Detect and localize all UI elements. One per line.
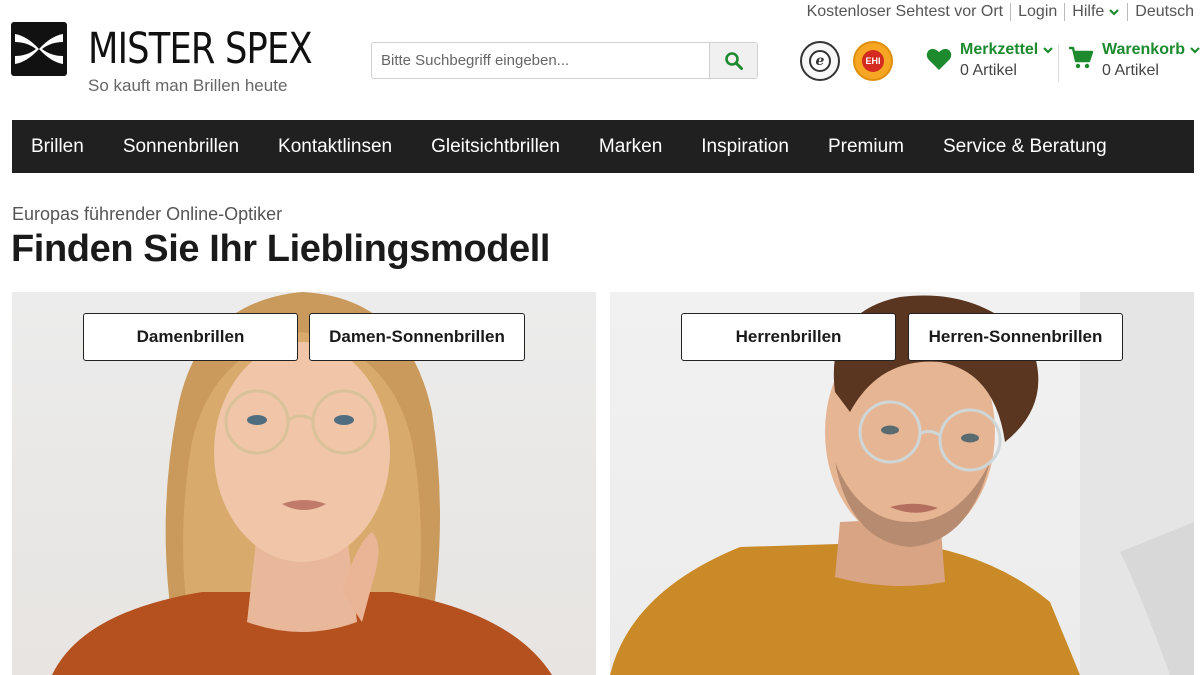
divider — [1064, 3, 1066, 21]
cart-icon — [1069, 46, 1094, 69]
wishlist-link[interactable]: Merkzettel 0 Artikel — [926, 41, 1054, 80]
search-input[interactable] — [372, 43, 709, 78]
nav-item-inspiration[interactable]: Inspiration — [701, 136, 789, 158]
page-title: Finden Sie Ihr Lieblingsmodell — [11, 228, 551, 270]
hero-subtitle: Europas führender Online-Optiker — [12, 204, 283, 224]
trusted-shops-seal-icon[interactable]: e — [800, 41, 840, 81]
logo-glasses-icon — [11, 22, 67, 76]
help-label: Hilfe — [1072, 3, 1105, 20]
wishlist-count: 0 Artikel — [960, 62, 1017, 79]
brand-name: MISTER SPEX — [88, 24, 313, 74]
language-switch[interactable]: Deutsch — [1135, 3, 1194, 21]
nav-item-gleitsichtbrillen[interactable]: Gleitsichtbrillen — [431, 136, 560, 158]
search-box — [371, 42, 758, 79]
cart-link[interactable]: Warenkorb 0 Artikel — [1068, 41, 1200, 80]
damenbrillen-button[interactable]: Damenbrillen — [83, 313, 298, 361]
sehtest-link[interactable]: Kostenloser Sehtest vor Ort — [807, 3, 1004, 21]
search-icon — [724, 51, 743, 70]
divider — [1058, 44, 1059, 82]
utility-bar: Kostenloser Sehtest vor Ort Login Hilfe … — [807, 3, 1194, 21]
damen-sonnenbrillen-button[interactable]: Damen-Sonnenbrillen — [309, 313, 525, 361]
main-nav: Brillen Sonnenbrillen Kontaktlinsen Glei… — [12, 120, 1194, 173]
login-link[interactable]: Login — [1018, 3, 1057, 21]
brand-logo[interactable]: MISTER SPEX So kauft man Brillen heute — [11, 22, 313, 95]
nav-item-kontaktlinsen[interactable]: Kontaktlinsen — [278, 136, 392, 158]
chevron-down-icon — [1109, 9, 1120, 16]
nav-item-premium[interactable]: Premium — [828, 136, 904, 158]
help-menu[interactable]: Hilfe — [1072, 3, 1120, 21]
nav-item-marken[interactable]: Marken — [599, 136, 662, 158]
divider — [1127, 3, 1129, 21]
nav-item-sonnenbrillen[interactable]: Sonnenbrillen — [123, 136, 239, 158]
search-button[interactable] — [709, 43, 757, 78]
heart-icon — [926, 48, 952, 70]
chevron-down-icon — [1190, 47, 1200, 54]
brand-tagline: So kauft man Brillen heute — [88, 76, 288, 95]
nav-item-service[interactable]: Service & Beratung — [943, 136, 1107, 158]
wishlist-label: Merkzettel — [960, 41, 1039, 58]
cart-count: 0 Artikel — [1102, 62, 1159, 79]
cart-label: Warenkorb — [1102, 41, 1185, 58]
chevron-down-icon — [1043, 47, 1054, 54]
ehi-seal-icon[interactable]: EHI — [853, 41, 893, 81]
divider — [1010, 3, 1012, 21]
nav-item-brillen[interactable]: Brillen — [31, 136, 84, 158]
herrenbrillen-button[interactable]: Herrenbrillen — [681, 313, 896, 361]
herren-sonnenbrillen-button[interactable]: Herren-Sonnenbrillen — [908, 313, 1123, 361]
